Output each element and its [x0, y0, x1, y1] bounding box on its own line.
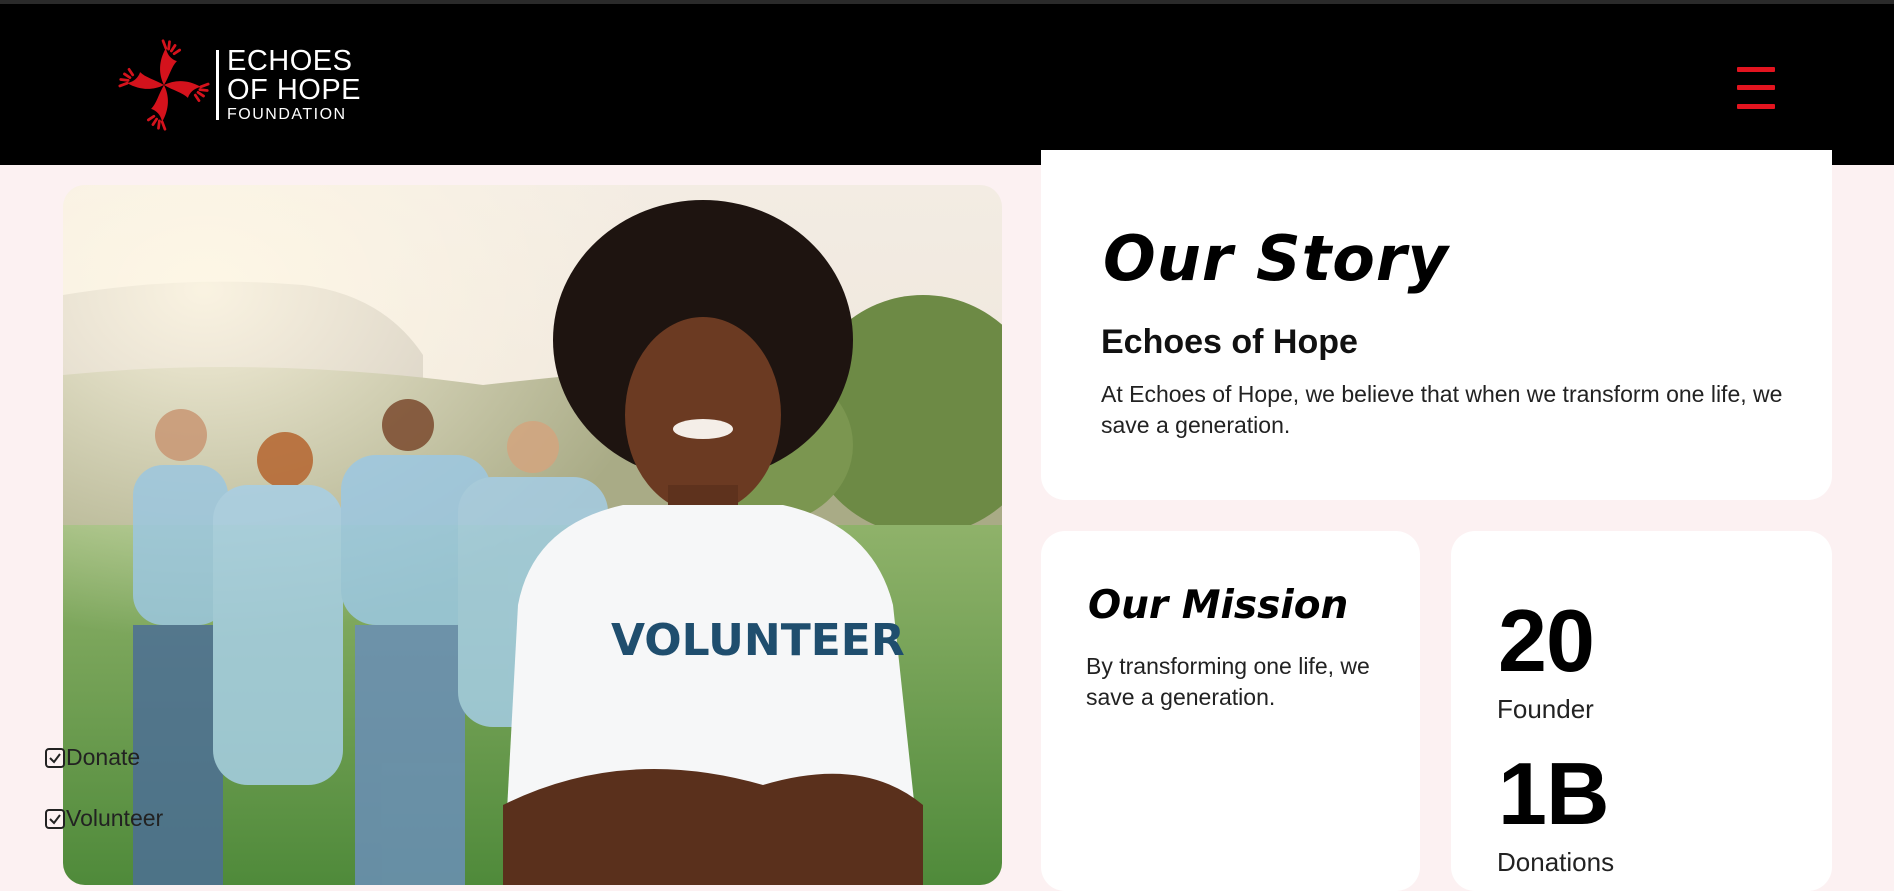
shirt-text: VOLUNTEER — [611, 615, 905, 666]
site-header: ECHOES OF HOPE FOUNDATION — [0, 4, 1894, 165]
hero-volunteer-photo: VOLUNTEER — [63, 185, 1002, 885]
stat-donations-label: Donations — [1497, 847, 1615, 877]
foundation-logo[interactable]: ECHOES OF HOPE FOUNDATION — [118, 38, 361, 132]
volunteer-label: Volunteer — [66, 805, 164, 831]
menu-bar — [1737, 85, 1775, 90]
our-story-card: Our Story Echoes of Hope At Echoes of Ho… — [1041, 150, 1832, 500]
menu-bar — [1737, 104, 1775, 109]
mission-title: Our Mission — [1088, 583, 1349, 628]
hands-pinwheel-icon — [118, 39, 210, 131]
checkbox-checked-icon — [45, 747, 65, 768]
menu-bar — [1737, 67, 1775, 72]
volunteer-link[interactable]: Volunteer — [45, 805, 163, 832]
stat-donations-value: 1B — [1498, 744, 1609, 843]
story-title: Our Story — [1103, 222, 1449, 295]
mission-text: By transforming one life, we save a gene… — [1086, 653, 1370, 710]
stat-founder-value: 20 — [1498, 591, 1595, 690]
hamburger-menu-icon[interactable] — [1737, 67, 1775, 111]
stats-card: 20 Founder 1B Donations — [1451, 531, 1832, 891]
story-subtitle: Echoes of Hope — [1101, 323, 1358, 361]
logo-divider — [216, 50, 219, 120]
stat-founder-label: Founder — [1497, 694, 1594, 724]
logo-wordmark: ECHOES OF HOPE FOUNDATION — [227, 47, 361, 123]
logo-line-2: OF HOPE — [227, 74, 362, 106]
logo-line-1: ECHOES — [227, 45, 353, 77]
logo-line-3: FOUNDATION — [227, 106, 347, 123]
checkbox-checked-icon — [45, 808, 65, 829]
story-text: At Echoes of Hope, we believe that when … — [1101, 381, 1783, 438]
donate-link[interactable]: Donate — [45, 744, 140, 771]
our-mission-card: Our Mission By transforming one life, we… — [1041, 531, 1420, 891]
donate-label: Donate — [66, 744, 141, 770]
volunteer-photo-illustration: VOLUNTEER — [63, 185, 1002, 885]
